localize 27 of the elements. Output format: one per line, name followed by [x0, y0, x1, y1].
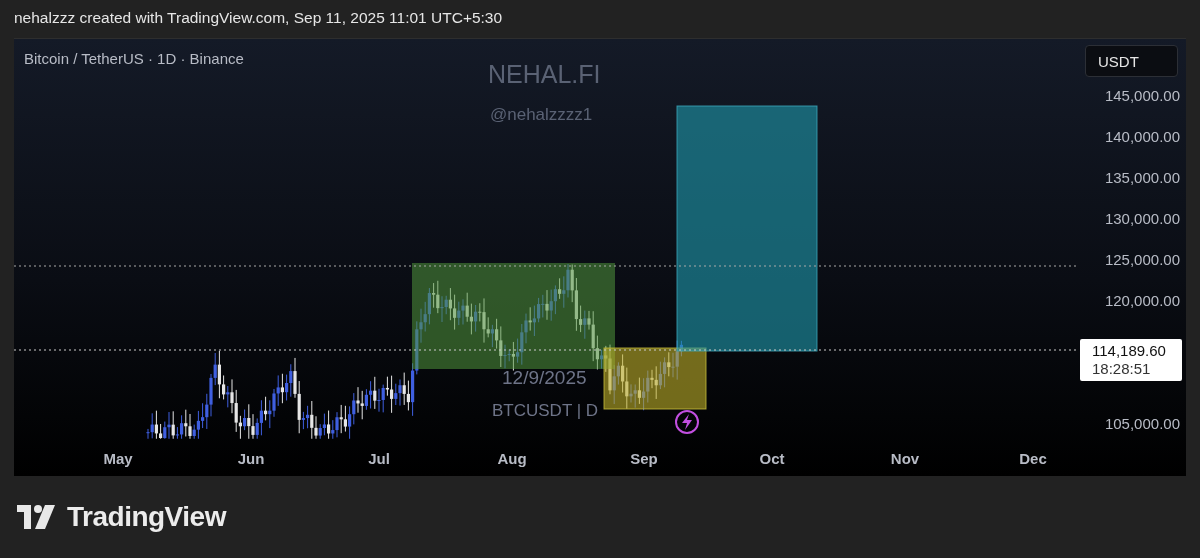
time-tick: Jun	[236, 450, 266, 467]
bar-countdown: 18:28:51	[1092, 360, 1152, 378]
time-tick: Dec	[1018, 450, 1048, 467]
price-tick: 130,000.00	[1103, 210, 1180, 227]
time-tick: Oct	[758, 450, 786, 467]
watermark-text: 12/9/2025	[502, 367, 587, 389]
price-tick: 135,000.00	[1103, 169, 1180, 186]
time-tick: Sep	[629, 450, 659, 467]
time-tick: May	[102, 450, 134, 467]
watermark-text: NEHAL.FI	[488, 60, 601, 89]
symbol-title: Bitcoin / TetherUS · 1D · Binance	[24, 50, 244, 67]
price-tick: 145,000.00	[1103, 87, 1180, 104]
tradingview-logo-icon	[17, 505, 57, 529]
watermark-text: @nehalzzzz1	[490, 105, 593, 125]
price-tick: 105,000.00	[1103, 415, 1180, 432]
time-tick: Nov	[889, 450, 921, 467]
currency-button[interactable]: USDT	[1085, 45, 1178, 77]
last-price: 114,189.60	[1092, 342, 1167, 360]
time-tick: Aug	[496, 450, 528, 467]
lightning-icon[interactable]	[675, 410, 699, 434]
price-tick: 120,000.00	[1103, 292, 1180, 309]
time-tick: Jul	[367, 450, 391, 467]
brand-wordmark: TradingView	[67, 501, 226, 533]
price-tick: 125,000.00	[1103, 251, 1180, 268]
chart-caption: nehalzzz created with TradingView.com, Sep 11, 2025 11:01 UTC+5:30	[14, 9, 503, 27]
watermark-text: BTCUSDT | D	[492, 401, 599, 421]
price-tick: 140,000.00	[1103, 128, 1180, 145]
